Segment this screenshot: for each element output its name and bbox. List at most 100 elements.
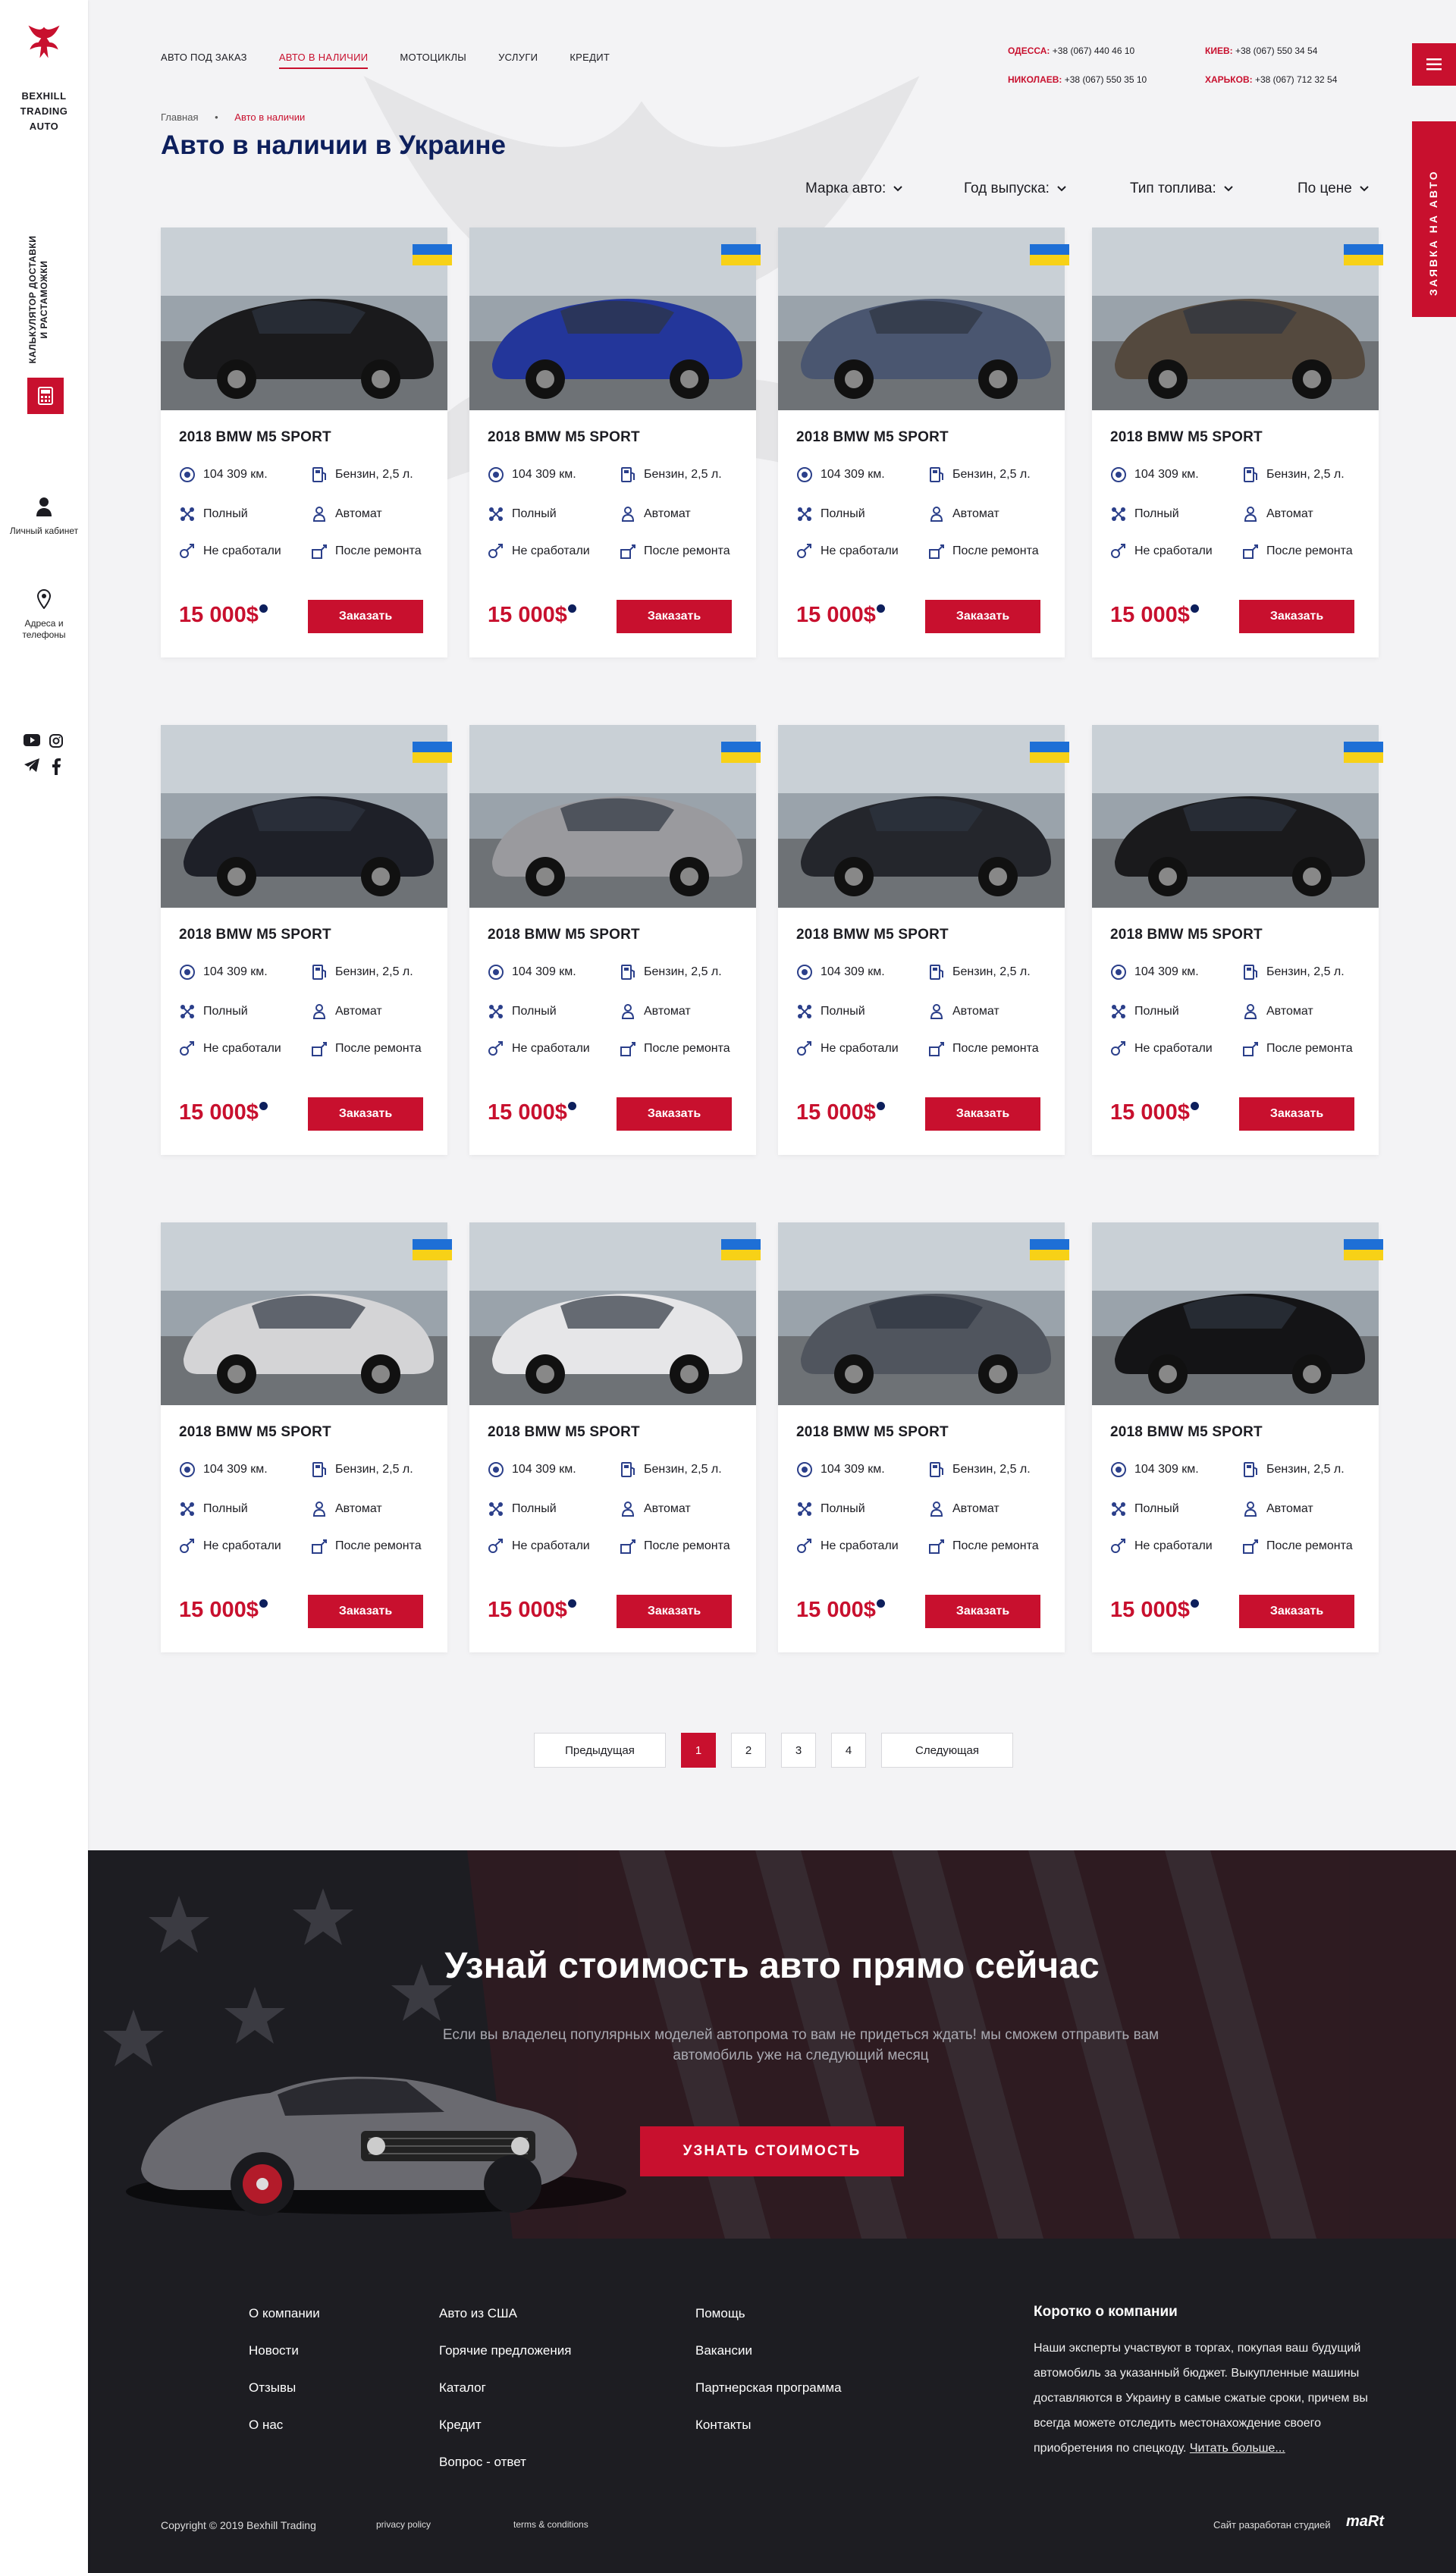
car-title[interactable]: 2018 BMW M5 SPORT: [488, 429, 640, 446]
filter-3[interactable]: По цене: [1298, 180, 1369, 197]
car-title[interactable]: 2018 BMW M5 SPORT: [179, 429, 331, 446]
contact-phone[interactable]: +38 (067) 550 35 10: [1065, 74, 1147, 85]
car-photo[interactable]: [1092, 1222, 1379, 1405]
car-title[interactable]: 2018 BMW M5 SPORT: [179, 1424, 331, 1441]
car-photo[interactable]: [778, 227, 1065, 410]
car-title[interactable]: 2018 BMW M5 SPORT: [1110, 1424, 1263, 1441]
order-button[interactable]: Заказать: [617, 1097, 732, 1131]
car-title[interactable]: 2018 BMW M5 SPORT: [1110, 429, 1263, 446]
price-info-icon[interactable]: [876, 604, 885, 613]
car-photo[interactable]: [778, 1222, 1065, 1405]
order-button[interactable]: Заказать: [617, 1595, 732, 1628]
order-button[interactable]: Заказать: [308, 1097, 423, 1131]
nav-item-0[interactable]: АВТО ПОД ЗАКАЗ: [161, 52, 247, 69]
price-info-icon[interactable]: [567, 604, 576, 613]
page-4[interactable]: 4: [831, 1733, 866, 1768]
car-photo[interactable]: [469, 1222, 756, 1405]
youtube-icon[interactable]: [24, 734, 40, 746]
footer-link[interactable]: Каталог: [439, 2369, 571, 2406]
instagram-icon[interactable]: [49, 734, 63, 748]
footer-link[interactable]: Партнерская программа: [695, 2369, 842, 2406]
price-info-icon[interactable]: [567, 1599, 576, 1608]
price-info-icon[interactable]: [259, 604, 268, 613]
car-photo[interactable]: [469, 227, 756, 410]
footer-link[interactable]: Помощь: [695, 2295, 842, 2332]
footer-link[interactable]: О компании: [249, 2295, 320, 2332]
footer-link[interactable]: Авто из США: [439, 2295, 571, 2332]
facebook-icon[interactable]: [52, 758, 61, 775]
brand-logo[interactable]: BEXHILL TRADING AUTO: [17, 21, 71, 134]
filter-1[interactable]: Год выпуска:: [964, 180, 1066, 197]
car-title[interactable]: 2018 BMW M5 SPORT: [488, 927, 640, 943]
spec-value: 104 309 км.: [512, 468, 576, 481]
nav-item-4[interactable]: КРЕДИТ: [570, 52, 610, 69]
order-button[interactable]: Заказать: [925, 1097, 1040, 1131]
page-1[interactable]: 1: [681, 1733, 716, 1768]
next-page-button[interactable]: Следующая: [881, 1733, 1013, 1768]
calculator-label[interactable]: Калькулятор доставки и растаможки: [27, 235, 50, 364]
car-photo[interactable]: [161, 1222, 447, 1405]
footer-link[interactable]: Вопрос - ответ: [439, 2443, 571, 2480]
footer-link[interactable]: Кредит: [439, 2406, 571, 2443]
studio-logo[interactable]: maRt: [1346, 2513, 1384, 2531]
page-3[interactable]: 3: [781, 1733, 816, 1768]
price-info-icon[interactable]: [1190, 1102, 1199, 1110]
cabinet-link[interactable]: Личный кабинет: [8, 497, 80, 537]
request-car-tab[interactable]: ЗАЯВКА НА АВТО: [1412, 121, 1456, 317]
car-price: 15 000$: [488, 1100, 576, 1125]
order-button[interactable]: Заказать: [1239, 600, 1354, 633]
car-photo[interactable]: [1092, 725, 1379, 908]
footer-link[interactable]: Контакты: [695, 2406, 842, 2443]
footer-link[interactable]: Горячие предложения: [439, 2332, 571, 2369]
order-button[interactable]: Заказать: [308, 600, 423, 633]
car-photo[interactable]: [469, 725, 756, 908]
price-info-icon[interactable]: [259, 1102, 268, 1110]
car-photo[interactable]: [778, 725, 1065, 908]
privacy-link[interactable]: privacy policy: [376, 2519, 431, 2530]
car-title[interactable]: 2018 BMW M5 SPORT: [796, 927, 949, 943]
order-button[interactable]: Заказать: [1239, 1097, 1354, 1131]
read-more-link[interactable]: Читать больше...: [1190, 2442, 1285, 2455]
contact-phone[interactable]: +38 (067) 440 46 10: [1053, 45, 1134, 56]
footer-link[interactable]: Отзывы: [249, 2369, 320, 2406]
car-title[interactable]: 2018 BMW M5 SPORT: [488, 1424, 640, 1441]
menu-button[interactable]: [1412, 43, 1456, 86]
car-photo[interactable]: [161, 227, 447, 410]
car-photo[interactable]: [1092, 227, 1379, 410]
footer-link[interactable]: О нас: [249, 2406, 320, 2443]
order-button[interactable]: Заказать: [617, 600, 732, 633]
price-info-icon[interactable]: [1190, 604, 1199, 613]
filter-2[interactable]: Тип топлива:: [1130, 180, 1233, 197]
filter-0[interactable]: Марка авто:: [805, 180, 903, 197]
page-2[interactable]: 2: [731, 1733, 766, 1768]
nav-item-3[interactable]: УСЛУГИ: [498, 52, 538, 69]
prev-page-button[interactable]: Предыдущая: [534, 1733, 666, 1768]
calculator-button[interactable]: [27, 378, 64, 414]
price-info-icon[interactable]: [876, 1102, 885, 1110]
price-info-icon[interactable]: [567, 1102, 576, 1110]
order-button[interactable]: Заказать: [925, 1595, 1040, 1628]
car-title[interactable]: 2018 BMW M5 SPORT: [179, 927, 331, 943]
price-info-icon[interactable]: [1190, 1599, 1199, 1608]
nav-item-2[interactable]: МОТОЦИКЛЫ: [400, 52, 466, 69]
terms-link[interactable]: terms & conditions: [513, 2519, 588, 2530]
contact-phone[interactable]: +38 (067) 550 34 54: [1235, 45, 1317, 56]
order-button[interactable]: Заказать: [1239, 1595, 1354, 1628]
order-button[interactable]: Заказать: [308, 1595, 423, 1628]
order-button[interactable]: Заказать: [925, 600, 1040, 633]
addresses-link[interactable]: Адреса и телефоны: [8, 589, 80, 641]
car-title[interactable]: 2018 BMW M5 SPORT: [796, 429, 949, 446]
price-info-icon[interactable]: [876, 1599, 885, 1608]
nav-item-1[interactable]: АВТО В НАЛИЧИИ: [278, 52, 369, 69]
breadcrumb-home[interactable]: Главная: [161, 111, 198, 123]
footer-link[interactable]: Вакансии: [695, 2332, 842, 2369]
car-photo[interactable]: [161, 725, 447, 908]
footer-link[interactable]: Новости: [249, 2332, 320, 2369]
get-price-button[interactable]: узнать стоимость: [640, 2126, 904, 2176]
contact-phone[interactable]: +38 (067) 712 32 54: [1255, 74, 1337, 85]
drivetrain-icon: [489, 507, 503, 521]
telegram-icon[interactable]: [24, 758, 39, 772]
car-title[interactable]: 2018 BMW M5 SPORT: [1110, 927, 1263, 943]
price-info-icon[interactable]: [259, 1599, 268, 1608]
car-title[interactable]: 2018 BMW M5 SPORT: [796, 1424, 949, 1441]
